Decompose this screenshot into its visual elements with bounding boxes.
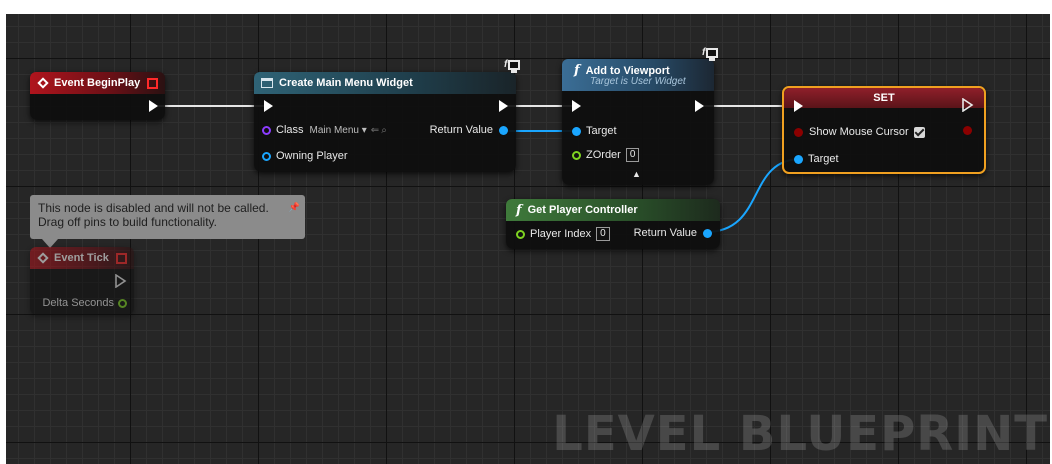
class-pin[interactable] — [262, 125, 271, 135]
return-value-label: Return Value — [429, 124, 493, 136]
exec-in-pin[interactable] — [264, 100, 273, 112]
function-icon: f — [574, 63, 580, 78]
browse-arrow-icon[interactable]: ⇐ — [371, 125, 379, 136]
search-icon[interactable]: ⌕ — [381, 125, 387, 136]
level-blueprint-watermark: LEVEL BLUEPRINT — [552, 406, 1048, 462]
player-index-pin[interactable] — [516, 229, 525, 239]
event-tick-header[interactable]: Event Tick — [30, 247, 134, 269]
chevron-down-icon: ▾ — [361, 124, 367, 136]
show-mouse-cursor-pin[interactable] — [794, 127, 803, 137]
pin-comment-icon[interactable]: 📌 — [289, 200, 300, 214]
add-to-viewport-node[interactable]: f Add to Viewport Target is User Widget … — [562, 59, 714, 185]
show-mouse-cursor-label: Show Mouse Cursor — [809, 126, 909, 138]
event-tick-node[interactable]: Event Tick Delta Seconds — [30, 247, 134, 315]
create-widget-header[interactable]: Create Main Menu Widget — [254, 72, 516, 94]
delegate-pin-icon[interactable] — [116, 252, 127, 264]
event-beginplay-header[interactable]: Event BeginPlay — [30, 72, 165, 94]
exec-out-pin[interactable] — [115, 274, 127, 288]
comment-line-2: Drag off pins to build functionality. — [38, 215, 217, 229]
event-beginplay-title: Event BeginPlay — [54, 77, 141, 89]
event-icon — [37, 77, 49, 89]
exec-out-pin[interactable] — [149, 100, 158, 112]
zorder-input[interactable]: 0 — [625, 148, 640, 162]
exec-out-pin[interactable] — [499, 100, 508, 112]
delegate-pin-icon[interactable] — [147, 77, 158, 89]
target-pin[interactable] — [794, 154, 803, 164]
class-dropdown[interactable]: Main Menu ▾ — [310, 125, 367, 136]
create-widget-title: Create Main Menu Widget — [279, 77, 413, 89]
zorder-label: ZOrder — [586, 149, 621, 161]
add-to-viewport-subtitle: Target is User Widget — [590, 76, 686, 87]
event-tick-title: Event Tick — [54, 252, 109, 264]
return-value-pin[interactable] — [499, 125, 508, 135]
exec-in-pin[interactable] — [572, 100, 581, 112]
get-player-controller-title: Get Player Controller — [527, 204, 638, 216]
target-label: Target — [586, 125, 617, 137]
show-mouse-cursor-checkbox[interactable] — [913, 126, 925, 138]
player-index-label: Player Index — [530, 228, 592, 240]
player-index-input[interactable]: 0 — [596, 227, 610, 241]
show-mouse-cursor-out-pin[interactable] — [963, 126, 972, 135]
exec-out-pin[interactable] — [962, 98, 974, 112]
delta-seconds-label: Delta Seconds — [42, 297, 114, 309]
event-beginplay-node[interactable]: Event BeginPlay — [30, 72, 165, 120]
return-value-pin[interactable] — [703, 228, 712, 238]
set-node-title: SET — [873, 92, 895, 104]
zorder-pin[interactable] — [572, 150, 581, 160]
target-pin[interactable] — [572, 126, 581, 136]
widget-icon — [261, 78, 273, 88]
set-node[interactable]: SET Show Mouse Cursor Target — [782, 86, 986, 174]
expand-arrow-icon[interactable]: ▲ — [632, 169, 641, 179]
client-monitor-icon: f — [504, 60, 520, 74]
exec-in-pin[interactable] — [794, 100, 803, 112]
client-monitor-icon: f — [702, 48, 718, 62]
return-value-label: Return Value — [633, 227, 697, 239]
blueprint-graph-canvas[interactable]: Event BeginPlay Create Main Menu Widget … — [6, 14, 1050, 464]
add-to-viewport-header[interactable]: f Add to Viewport Target is User Widget — [562, 59, 714, 91]
add-to-viewport-title: Add to Viewport — [585, 64, 670, 77]
comment-line-1: This node is disabled and will not be ca… — [38, 201, 269, 215]
function-icon: f — [516, 202, 522, 218]
target-label: Target — [808, 153, 839, 165]
delta-seconds-pin[interactable] — [118, 298, 127, 308]
create-main-menu-widget-node[interactable]: Create Main Menu Widget Class Main Menu … — [254, 72, 516, 172]
event-icon — [37, 252, 49, 264]
get-player-controller-header[interactable]: f Get Player Controller — [506, 199, 720, 221]
class-dropdown-value: Main Menu — [309, 124, 359, 136]
owning-player-label: Owning Player — [276, 150, 348, 162]
exec-out-pin[interactable] — [695, 100, 704, 112]
class-label: Class — [276, 124, 304, 136]
get-player-controller-node[interactable]: f Get Player Controller Player Index 0 R… — [506, 199, 720, 249]
owning-player-pin[interactable] — [262, 151, 271, 161]
set-node-header[interactable]: SET — [784, 88, 984, 108]
disabled-node-comment: This node is disabled and will not be ca… — [30, 195, 305, 248]
